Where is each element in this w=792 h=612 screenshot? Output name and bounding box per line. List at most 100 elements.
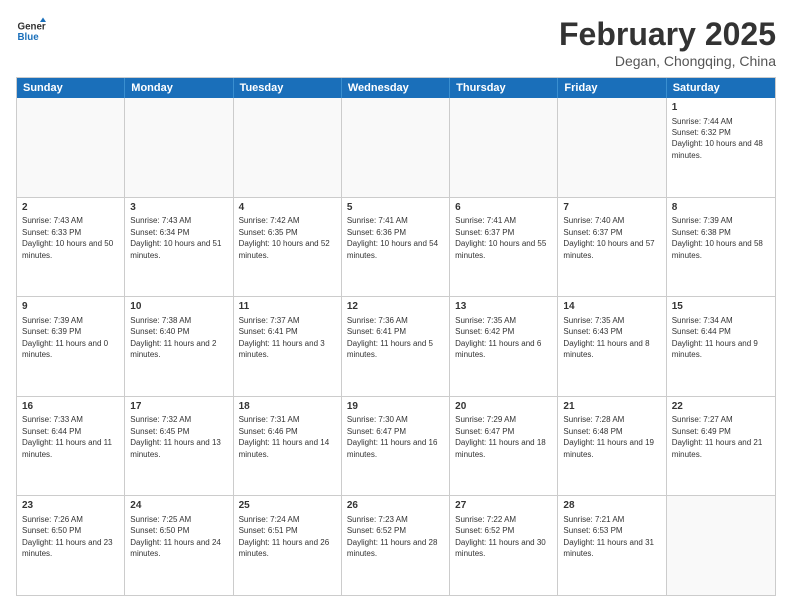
day-number: 12 (347, 300, 444, 314)
day-info: Sunrise: 7:35 AM Sunset: 6:42 PM Dayligh… (455, 316, 541, 359)
day-number: 23 (22, 499, 119, 513)
day-info: Sunrise: 7:42 AM Sunset: 6:35 PM Dayligh… (239, 216, 330, 259)
day-number: 5 (347, 201, 444, 215)
location-subtitle: Degan, Chongqing, China (559, 53, 776, 69)
calendar-row: 1 Sunrise: 7:44 AM Sunset: 6:32 PM Daylig… (17, 98, 775, 198)
day-info: Sunrise: 7:29 AM Sunset: 6:47 PM Dayligh… (455, 415, 546, 458)
day-info: Sunrise: 7:24 AM Sunset: 6:51 PM Dayligh… (239, 515, 330, 558)
calendar-day: 1 Sunrise: 7:44 AM Sunset: 6:32 PM Daylig… (667, 98, 775, 197)
calendar-day: 14 Sunrise: 7:35 AM Sunset: 6:43 PM Dayli… (558, 297, 666, 396)
day-number: 2 (22, 201, 119, 215)
day-info: Sunrise: 7:31 AM Sunset: 6:46 PM Dayligh… (239, 415, 330, 458)
calendar-body: 1 Sunrise: 7:44 AM Sunset: 6:32 PM Daylig… (17, 98, 775, 595)
day-number: 24 (130, 499, 227, 513)
weekday-header: Wednesday (342, 78, 450, 98)
day-number: 20 (455, 400, 552, 414)
calendar-day: 10Sunrise: 7:38 AM Sunset: 6:40 PM Dayli… (125, 297, 233, 396)
calendar-day: 27 Sunrise: 7:22 AM Sunset: 6:52 PM Dayli… (450, 496, 558, 595)
day-number: 7 (563, 201, 660, 215)
day-number: 4 (239, 201, 336, 215)
day-number: 17 (130, 400, 227, 414)
day-info: Sunrise: 7:39 AM Sunset: 6:39 PM Dayligh… (22, 316, 108, 359)
day-info: Sunrise: 7:25 AM Sunset: 6:50 PM Dayligh… (130, 515, 221, 558)
day-number: 21 (563, 400, 660, 414)
day-info: Sunrise: 7:21 AM Sunset: 6:53 PM Dayligh… (563, 515, 654, 558)
weekday-header: Tuesday (234, 78, 342, 98)
day-info: Sunrise: 7:39 AM Sunset: 6:38 PM Dayligh… (672, 216, 763, 259)
weekday-header: Monday (125, 78, 233, 98)
day-info: Sunrise: 7:41 AM Sunset: 6:37 PM Dayligh… (455, 216, 546, 259)
calendar-day: 6Sunrise: 7:41 AM Sunset: 6:37 PM Daylig… (450, 198, 558, 297)
calendar-day: 12 Sunrise: 7:36 AM Sunset: 6:41 PM Dayli… (342, 297, 450, 396)
month-title: February 2025 (559, 16, 776, 53)
calendar: SundayMondayTuesdayWednesdayThursdayFrid… (16, 77, 776, 596)
calendar-day: 16Sunrise: 7:33 AM Sunset: 6:44 PM Dayli… (17, 397, 125, 496)
calendar-row: 16Sunrise: 7:33 AM Sunset: 6:44 PM Dayli… (17, 397, 775, 497)
calendar-empty-day (450, 98, 558, 197)
day-number: 11 (239, 300, 336, 314)
calendar-day: 25Sunrise: 7:24 AM Sunset: 6:51 PM Dayli… (234, 496, 342, 595)
day-number: 6 (455, 201, 552, 215)
day-info: Sunrise: 7:23 AM Sunset: 6:52 PM Dayligh… (347, 515, 438, 558)
day-number: 28 (563, 499, 660, 513)
calendar-day: 3Sunrise: 7:43 AM Sunset: 6:34 PM Daylig… (125, 198, 233, 297)
calendar-row: 9 Sunrise: 7:39 AM Sunset: 6:39 PM Daylig… (17, 297, 775, 397)
calendar-day: 4Sunrise: 7:42 AM Sunset: 6:35 PM Daylig… (234, 198, 342, 297)
day-info: Sunrise: 7:32 AM Sunset: 6:45 PM Dayligh… (130, 415, 221, 458)
day-number: 13 (455, 300, 552, 314)
day-number: 8 (672, 201, 770, 215)
svg-text:General: General (18, 22, 47, 33)
calendar-day: 2Sunrise: 7:43 AM Sunset: 6:33 PM Daylig… (17, 198, 125, 297)
day-info: Sunrise: 7:22 AM Sunset: 6:52 PM Dayligh… (455, 515, 546, 558)
calendar-day: 22Sunrise: 7:27 AM Sunset: 6:49 PM Dayli… (667, 397, 775, 496)
calendar-empty-day (558, 98, 666, 197)
svg-text:Blue: Blue (18, 32, 40, 43)
day-info: Sunrise: 7:38 AM Sunset: 6:40 PM Dayligh… (130, 316, 216, 359)
day-info: Sunrise: 7:35 AM Sunset: 6:43 PM Dayligh… (563, 316, 649, 359)
day-info: Sunrise: 7:36 AM Sunset: 6:41 PM Dayligh… (347, 316, 433, 359)
day-number: 27 (455, 499, 552, 513)
calendar-row: 23 Sunrise: 7:26 AM Sunset: 6:50 PM Dayli… (17, 496, 775, 595)
calendar-day: 23 Sunrise: 7:26 AM Sunset: 6:50 PM Dayli… (17, 496, 125, 595)
calendar-day: 9 Sunrise: 7:39 AM Sunset: 6:39 PM Daylig… (17, 297, 125, 396)
calendar-day: 15Sunrise: 7:34 AM Sunset: 6:44 PM Dayli… (667, 297, 775, 396)
title-block: February 2025 Degan, Chongqing, China (559, 16, 776, 69)
calendar-empty-day (667, 496, 775, 595)
day-info: Sunrise: 7:26 AM Sunset: 6:50 PM Dayligh… (22, 515, 113, 558)
day-number: 3 (130, 201, 227, 215)
calendar-empty-day (342, 98, 450, 197)
day-info: Sunrise: 7:37 AM Sunset: 6:41 PM Dayligh… (239, 316, 325, 359)
day-number: 18 (239, 400, 336, 414)
day-number: 9 (22, 300, 119, 314)
calendar-day: 26Sunrise: 7:23 AM Sunset: 6:52 PM Dayli… (342, 496, 450, 595)
calendar-header: SundayMondayTuesdayWednesdayThursdayFrid… (17, 78, 775, 98)
weekday-header: Sunday (17, 78, 125, 98)
day-number: 1 (672, 101, 770, 115)
calendar-day: 21Sunrise: 7:28 AM Sunset: 6:48 PM Dayli… (558, 397, 666, 496)
calendar-day: 28 Sunrise: 7:21 AM Sunset: 6:53 PM Dayli… (558, 496, 666, 595)
calendar-day: 11 Sunrise: 7:37 AM Sunset: 6:41 PM Dayli… (234, 297, 342, 396)
logo-icon: General Blue (16, 16, 46, 46)
day-info: Sunrise: 7:30 AM Sunset: 6:47 PM Dayligh… (347, 415, 438, 458)
calendar-day: 8Sunrise: 7:39 AM Sunset: 6:38 PM Daylig… (667, 198, 775, 297)
day-info: Sunrise: 7:40 AM Sunset: 6:37 PM Dayligh… (563, 216, 654, 259)
calendar-day: 7Sunrise: 7:40 AM Sunset: 6:37 PM Daylig… (558, 198, 666, 297)
day-number: 22 (672, 400, 770, 414)
calendar-day: 17Sunrise: 7:32 AM Sunset: 6:45 PM Dayli… (125, 397, 233, 496)
day-number: 14 (563, 300, 660, 314)
weekday-header: Friday (558, 78, 666, 98)
day-info: Sunrise: 7:28 AM Sunset: 6:48 PM Dayligh… (563, 415, 654, 458)
day-info: Sunrise: 7:27 AM Sunset: 6:49 PM Dayligh… (672, 415, 763, 458)
calendar-day: 5Sunrise: 7:41 AM Sunset: 6:36 PM Daylig… (342, 198, 450, 297)
page: General Blue February 2025 Degan, Chongq… (0, 0, 792, 612)
day-info: Sunrise: 7:43 AM Sunset: 6:33 PM Dayligh… (22, 216, 113, 259)
weekday-header: Saturday (667, 78, 775, 98)
calendar-empty-day (125, 98, 233, 197)
day-number: 16 (22, 400, 119, 414)
calendar-empty-day (17, 98, 125, 197)
day-info: Sunrise: 7:44 AM Sunset: 6:32 PM Dayligh… (672, 117, 763, 160)
day-number: 19 (347, 400, 444, 414)
calendar-row: 2Sunrise: 7:43 AM Sunset: 6:33 PM Daylig… (17, 198, 775, 298)
calendar-day: 18Sunrise: 7:31 AM Sunset: 6:46 PM Dayli… (234, 397, 342, 496)
day-info: Sunrise: 7:43 AM Sunset: 6:34 PM Dayligh… (130, 216, 221, 259)
